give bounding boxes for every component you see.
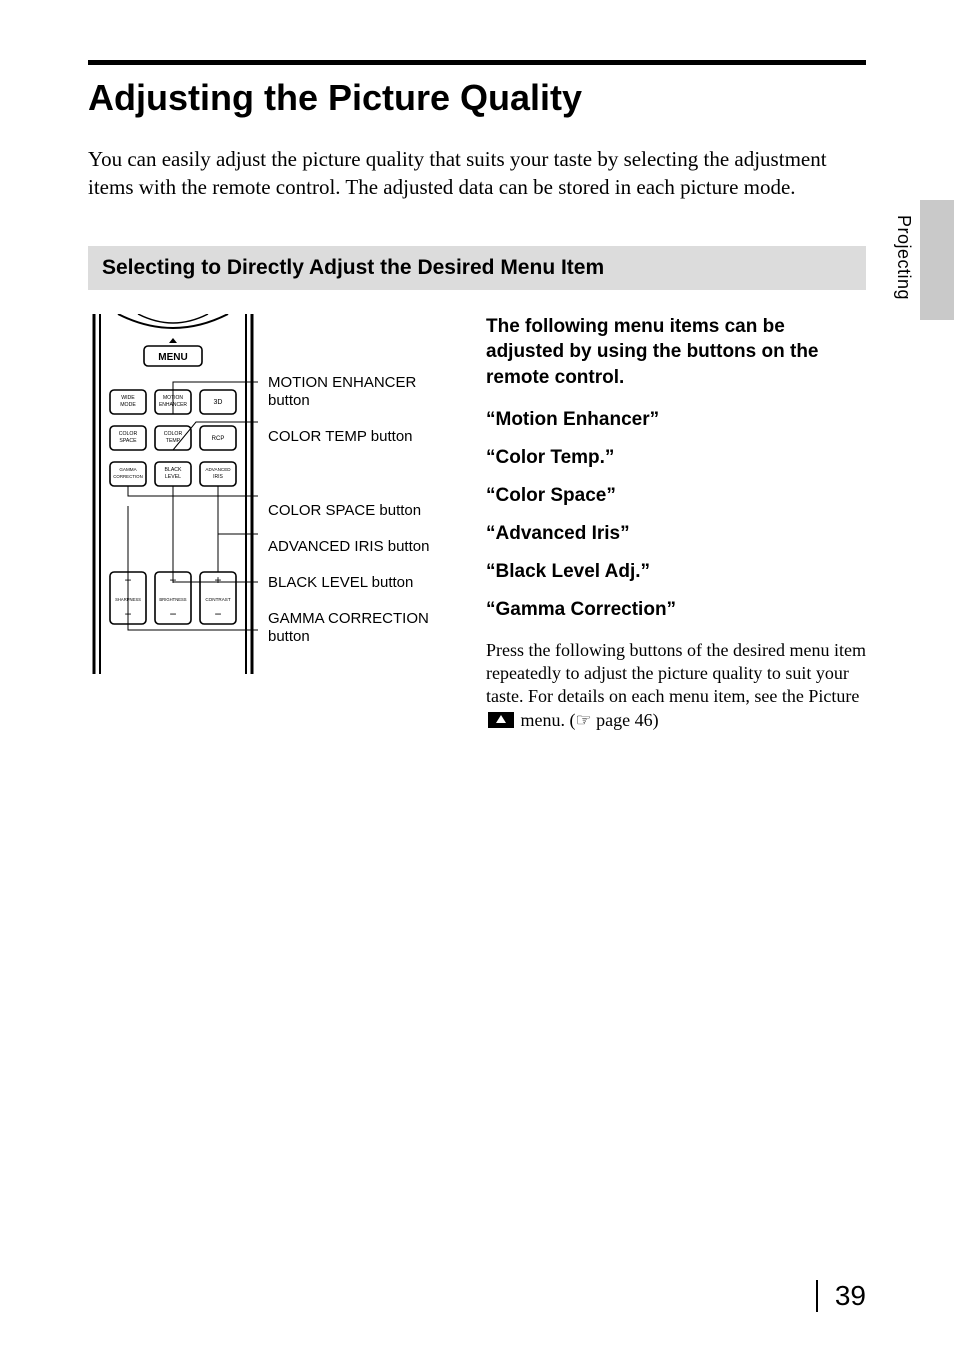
page-number: 39 xyxy=(835,1280,866,1312)
body-before-icon: Press the following buttons of the desir… xyxy=(486,640,866,707)
menu-item-advanced-iris: “Advanced Iris” xyxy=(486,523,866,545)
callout-gamma-correction: GAMMA CORRECTION button xyxy=(268,610,458,646)
pointer-icon: ☞ xyxy=(575,710,591,730)
callout-motion-enhancer: MOTION ENHANCER button xyxy=(268,374,458,410)
callout-list: MOTION ENHANCER button COLOR TEMP button… xyxy=(268,314,458,679)
page-ref: page 46) xyxy=(592,710,659,730)
right-column-body: Press the following buttons of the desir… xyxy=(486,639,866,733)
remote-illustration-column: MENU WIDE MODE MOTION ENHANCER 3D xyxy=(88,314,458,732)
menu-item-gamma-correction: “Gamma Correction” xyxy=(486,599,866,621)
svg-text:WIDE: WIDE xyxy=(121,395,135,401)
menu-item-color-temp: “Color Temp.” xyxy=(486,447,866,469)
svg-text:BRIGHTNESS: BRIGHTNESS xyxy=(159,597,186,602)
manual-page: Projecting Adjusting the Picture Quality… xyxy=(0,0,954,1352)
two-column-layout: MENU WIDE MODE MOTION ENHANCER 3D xyxy=(88,314,866,732)
menu-item-black-level: “Black Level Adj.” xyxy=(486,561,866,583)
svg-text:−: − xyxy=(214,607,221,621)
remote-row-2: COLOR SPACE COLOR TEMP RCP xyxy=(110,426,236,450)
svg-text:CORRECTION: CORRECTION xyxy=(113,474,143,479)
svg-text:ADVANCED: ADVANCED xyxy=(205,467,231,472)
remote-with-callouts: MENU WIDE MODE MOTION ENHANCER 3D xyxy=(88,314,458,679)
svg-text:BLACK: BLACK xyxy=(164,467,182,473)
callout-color-space: COLOR SPACE button xyxy=(268,502,458,520)
svg-text:COLOR: COLOR xyxy=(119,431,138,437)
right-column: The following menu items can be adjusted… xyxy=(486,314,866,732)
picture-menu-icon xyxy=(488,712,514,728)
menu-item-motion-enhancer: “Motion Enhancer” xyxy=(486,409,866,431)
title-rule xyxy=(88,60,866,65)
menu-button-label: MENU xyxy=(158,352,187,363)
callout-advanced-iris: ADVANCED IRIS button xyxy=(268,538,458,556)
page-number-rule xyxy=(816,1280,818,1312)
svg-text:GAMMA: GAMMA xyxy=(119,467,137,472)
svg-text:SPACE: SPACE xyxy=(119,438,137,444)
callout-black-level: BLACK LEVEL button xyxy=(268,574,458,592)
body-after-icon: menu. ( xyxy=(516,710,575,730)
svg-text:−: − xyxy=(169,607,176,621)
section-label: Projecting xyxy=(893,215,914,300)
svg-text:LEVEL: LEVEL xyxy=(165,474,181,480)
svg-text:+: + xyxy=(214,573,221,587)
menu-item-color-space: “Color Space” xyxy=(486,485,866,507)
section-heading: Selecting to Directly Adjust the Desired… xyxy=(88,246,866,290)
intro-text: You can easily adjust the picture qualit… xyxy=(88,145,866,202)
side-tab xyxy=(920,200,954,320)
callout-color-temp: COLOR TEMP button xyxy=(268,428,458,446)
remote-row-3: GAMMA CORRECTION BLACK LEVEL ADVANCED IR… xyxy=(110,462,236,486)
svg-text:3D: 3D xyxy=(214,399,223,406)
svg-text:IRIS: IRIS xyxy=(213,474,223,480)
remote-diagram: MENU WIDE MODE MOTION ENHANCER 3D xyxy=(88,314,258,679)
svg-text:MODE: MODE xyxy=(120,402,136,408)
page-title: Adjusting the Picture Quality xyxy=(88,77,866,119)
svg-text:COLOR: COLOR xyxy=(164,431,183,437)
svg-text:RCP: RCP xyxy=(212,436,225,442)
right-column-intro: The following menu items can be adjusted… xyxy=(486,314,866,391)
svg-text:CONTRAST: CONTRAST xyxy=(205,597,230,602)
leader-lines xyxy=(128,382,258,630)
